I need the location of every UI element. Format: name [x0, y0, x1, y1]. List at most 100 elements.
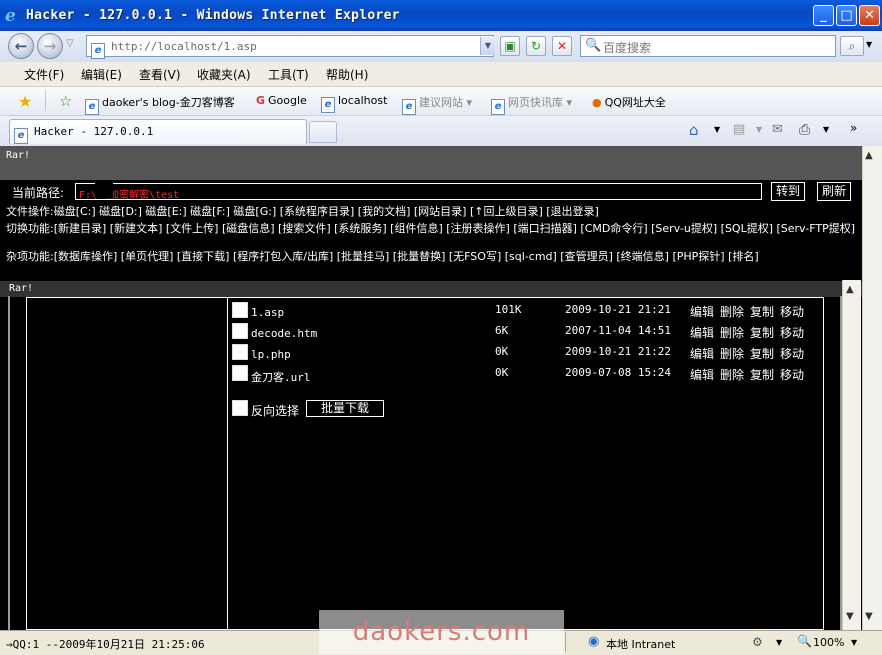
delete-link[interactable]: 删除: [720, 345, 744, 362]
file-row: decode.htm 6K 2007-11-04 14:51 编辑 删除 复制 …: [230, 321, 820, 341]
tab-title: Hacker - 127.0.0.1: [34, 125, 154, 138]
switch-ops-line[interactable]: 切换功能:[新建目录] [新建文本] [文件上传] [磁盘信息] [搜索文件] …: [6, 222, 858, 236]
address-dropdown-icon[interactable]: ▼: [480, 37, 495, 55]
inner-scroll-up-icon[interactable]: ▲: [846, 284, 854, 295]
forward-button[interactable]: →: [37, 33, 63, 59]
delete-link[interactable]: 删除: [720, 303, 744, 320]
address-input[interactable]: http://localhost/1.asp: [111, 40, 257, 53]
fav-suggested-sites[interactable]: e 建议网站 ▾: [402, 94, 472, 115]
menu-view[interactable]: 查看(V): [139, 66, 181, 83]
page-icon: e: [402, 99, 416, 115]
copy-link[interactable]: 复制: [750, 303, 774, 320]
menu-tools[interactable]: 工具(T): [268, 66, 309, 83]
file-date: 2009-10-21 21:22: [565, 345, 671, 358]
fav-google[interactable]: G Google: [256, 94, 307, 107]
scroll-up-icon[interactable]: ▲: [865, 150, 873, 161]
mail-icon[interactable]: ✉: [772, 122, 783, 137]
batch-download-button[interactable]: 批量下载: [306, 400, 384, 417]
edit-link[interactable]: 编辑: [690, 303, 714, 320]
copy-link[interactable]: 复制: [750, 345, 774, 362]
compatibility-icon[interactable]: ▣: [500, 36, 520, 56]
minimize-button[interactable]: _: [813, 5, 834, 26]
file-checkbox[interactable]: [232, 365, 248, 381]
zoom-icon: 🔍: [797, 634, 812, 648]
qq-globe-icon: ●: [592, 96, 602, 109]
more-tools-icon[interactable]: »: [850, 121, 857, 135]
protected-mode-dropdown-icon[interactable]: ▼: [776, 638, 782, 647]
file-name[interactable]: lp.php: [251, 348, 291, 361]
page-icon: e: [91, 39, 108, 59]
rar-inner-text: Rar!: [9, 283, 34, 294]
refresh-page-button[interactable]: 刷新: [817, 182, 851, 201]
favorites-star-icon[interactable]: ★: [18, 92, 32, 111]
copy-link[interactable]: 复制: [750, 366, 774, 383]
menu-help[interactable]: 帮助(H): [326, 66, 368, 83]
protected-mode-icon[interactable]: ⚙: [752, 635, 763, 649]
file-name[interactable]: decode.htm: [251, 327, 317, 340]
file-date: 2009-10-21 21:21: [565, 303, 671, 316]
move-link[interactable]: 移动: [780, 345, 804, 362]
move-link[interactable]: 移动: [780, 324, 804, 341]
misc-ops-line[interactable]: 杂项功能:[数据库操作] [单页代理] [直接下载] [程序打包入库/出库] […: [6, 250, 858, 264]
menu-bar: [0, 62, 882, 87]
scroll-down-icon[interactable]: ▼: [865, 611, 873, 622]
go-button[interactable]: 转到: [771, 182, 805, 201]
move-link[interactable]: 移动: [780, 303, 804, 320]
zoom-level[interactable]: 100%: [813, 636, 844, 649]
edit-link[interactable]: 编辑: [690, 366, 714, 383]
close-button[interactable]: ✕: [859, 5, 880, 26]
separator: [45, 91, 46, 111]
file-checkbox[interactable]: [232, 323, 248, 339]
maximize-button[interactable]: □: [836, 5, 857, 26]
zoom-dropdown-icon[interactable]: ▼: [851, 638, 857, 647]
recent-pages-dropdown-icon[interactable]: ▽: [66, 38, 74, 49]
file-name[interactable]: 金刀客.url: [251, 369, 311, 385]
delete-link[interactable]: 删除: [720, 366, 744, 383]
file-row: lp.php 0K 2009-10-21 21:22 编辑 删除 复制 移动: [230, 342, 820, 362]
security-zone[interactable]: 本地 Intranet: [606, 636, 675, 652]
copy-link[interactable]: 复制: [750, 324, 774, 341]
file-ops-line[interactable]: 文件操作:磁盘[C:] 磁盘[D:] 磁盘[E:] 磁盘[F:] 磁盘[G:] …: [6, 205, 858, 219]
feeds-dropdown-icon[interactable]: ▼: [756, 125, 762, 134]
file-checkbox[interactable]: [232, 344, 248, 360]
edit-link[interactable]: 编辑: [690, 345, 714, 362]
menu-file[interactable]: 文件(F): [24, 66, 64, 83]
inner-scroll-down-icon[interactable]: ▼: [846, 611, 854, 622]
tab-page-icon: e: [14, 124, 31, 144]
search-button[interactable]: ⌕: [840, 36, 864, 56]
menu-edit[interactable]: 编辑(E): [81, 66, 122, 83]
home-dropdown-icon[interactable]: ▼: [714, 125, 720, 134]
window-title: Hacker - 127.0.0.1 - Windows Internet Ex…: [26, 8, 400, 23]
search-input[interactable]: 百度搜索: [603, 39, 651, 56]
refresh-icon[interactable]: ↻: [526, 36, 546, 56]
feeds-icon[interactable]: ▤: [733, 122, 745, 137]
search-options-icon[interactable]: ▼: [866, 40, 872, 49]
separator: [565, 632, 566, 652]
file-name[interactable]: 1.asp: [251, 306, 284, 319]
menu-favorites[interactable]: 收藏夹(A): [197, 66, 251, 83]
header-band: [0, 146, 862, 180]
file-row: 1.asp 101K 2009-10-21 21:21 编辑 删除 复制 移动: [230, 300, 820, 320]
move-link[interactable]: 移动: [780, 366, 804, 383]
file-checkbox[interactable]: [232, 302, 248, 318]
file-size: 0K: [495, 345, 509, 358]
google-icon: G: [256, 94, 266, 107]
fav-qq-nav[interactable]: ● QQ网址大全: [592, 94, 666, 110]
print-dropdown-icon[interactable]: ▼: [823, 125, 829, 134]
stop-icon[interactable]: ✕: [552, 36, 572, 56]
fav-daoker[interactable]: e daoker's blog-金刀客博客: [85, 94, 235, 115]
home-icon[interactable]: ⌂: [689, 121, 699, 139]
add-favorite-icon[interactable]: ☆: [59, 92, 72, 110]
page-scrollbar[interactable]: [862, 146, 882, 630]
rar-text: Rar!: [6, 150, 31, 161]
reverse-select-checkbox[interactable]: [232, 400, 248, 416]
new-tab-button[interactable]: [309, 121, 337, 143]
fav-localhost[interactable]: e localhost: [321, 94, 387, 113]
fav-web-slices[interactable]: e 网页快讯库 ▾: [491, 94, 572, 115]
back-button[interactable]: ←: [8, 33, 34, 59]
inner-scrollbar[interactable]: [842, 280, 861, 630]
delete-link[interactable]: 删除: [720, 324, 744, 341]
edit-link[interactable]: 编辑: [690, 324, 714, 341]
file-size: 6K: [495, 324, 509, 337]
print-icon[interactable]: ⎙: [799, 122, 810, 138]
